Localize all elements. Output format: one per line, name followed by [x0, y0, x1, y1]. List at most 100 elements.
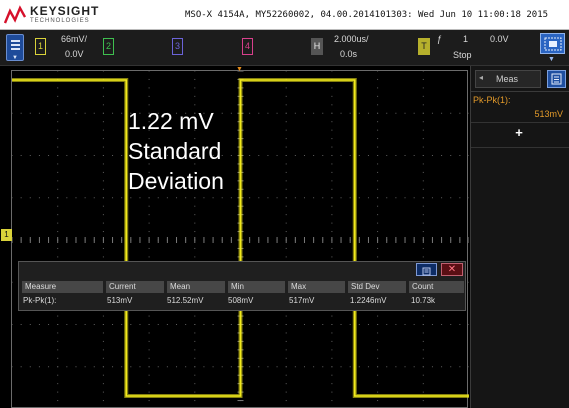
- zoom-button[interactable]: [540, 33, 565, 54]
- grid-dot: [285, 87, 287, 89]
- grid-dot: [377, 188, 379, 190]
- panel-menu-button[interactable]: [416, 263, 437, 276]
- channel-1-scale[interactable]: 66mV/: [61, 34, 87, 44]
- grid-dot: [102, 400, 104, 402]
- grid-dot: [93, 155, 95, 156]
- channel-3-button[interactable]: 3: [172, 38, 183, 55]
- grid-dot: [422, 256, 424, 258]
- grid-dot: [441, 197, 443, 199]
- grid-dot: [148, 374, 150, 376]
- grid-dot: [176, 197, 178, 199]
- grid-dot: [404, 155, 406, 156]
- annotation-line-2: Standard: [128, 138, 222, 164]
- grid-dot: [57, 374, 59, 376]
- channel-1-button[interactable]: 1: [35, 38, 46, 55]
- grid-dot: [230, 155, 232, 156]
- grid-dot: [130, 324, 132, 325]
- grid-dot: [112, 324, 114, 325]
- trigger-position-marker[interactable]: ▼: [236, 66, 243, 73]
- grid-dot: [48, 112, 50, 114]
- grid-dot: [303, 112, 305, 114]
- zoom-icon: [544, 37, 562, 51]
- grid-dot: [377, 349, 379, 351]
- grid-dot: [285, 129, 287, 131]
- horizontal-button[interactable]: H: [311, 38, 323, 55]
- grid-dot: [112, 366, 114, 368]
- grid-dot: [358, 112, 360, 114]
- grid-dot: [194, 366, 196, 368]
- grid-dot: [75, 112, 77, 114]
- grid-dot: [148, 340, 150, 342]
- sidebar-measurement-value[interactable]: 513mV: [534, 109, 563, 119]
- grid-dot: [102, 188, 104, 190]
- grid-dot: [12, 112, 13, 114]
- close-button[interactable]: ✕: [441, 263, 463, 276]
- grid-dot: [102, 71, 104, 72]
- grid-dot: [340, 324, 342, 325]
- grid-dot: [249, 197, 251, 199]
- timebase-value[interactable]: 2.000us/: [334, 34, 369, 44]
- grid-dot: [285, 197, 287, 199]
- grid-dot: [377, 78, 379, 80]
- grid-dot: [212, 197, 214, 199]
- grid-dot: [139, 197, 141, 199]
- channel-1-ground-marker[interactable]: 1: [1, 229, 12, 241]
- channel-1-offset[interactable]: 0.0V: [65, 49, 84, 59]
- grid-dot: [258, 112, 260, 114]
- add-measurement-button[interactable]: +: [512, 126, 526, 140]
- grid-dot: [57, 188, 59, 190]
- grid-dot: [294, 112, 296, 114]
- grid-dot: [331, 205, 333, 207]
- grid-dot: [377, 163, 379, 165]
- grid-dot: [194, 400, 196, 402]
- measurement-results-panel: ✕ Measure Current Mean Min Max Std Dev C…: [18, 261, 466, 311]
- waveform-trace: [12, 79, 469, 397]
- grid-dot: [285, 214, 287, 216]
- waveform-display[interactable]: [11, 70, 469, 408]
- grid-dot: [148, 71, 150, 72]
- channel-2-button[interactable]: 2: [103, 38, 114, 55]
- trigger-source[interactable]: 1: [463, 34, 468, 44]
- grid-dot: [422, 222, 424, 224]
- grid-dot: [29, 155, 31, 156]
- main-menu-button[interactable]: ▼: [6, 34, 24, 61]
- trigger-button[interactable]: T: [418, 38, 430, 55]
- grid-dot: [267, 366, 269, 368]
- horizontal-delay-value[interactable]: 0.0s: [340, 49, 357, 59]
- grid-dot: [148, 95, 150, 97]
- grid-dot: [468, 112, 469, 114]
- grid-dot: [294, 155, 296, 156]
- grid-dot: [422, 188, 424, 190]
- brand-subtitle: TECHNOLOGIES: [30, 18, 90, 24]
- grid-dot: [422, 214, 424, 216]
- grid-dot: [367, 197, 369, 199]
- grid-dot: [285, 163, 287, 165]
- trigger-level[interactable]: 0.0V: [490, 34, 509, 44]
- grid-dot: [459, 155, 461, 156]
- chevron-down-icon[interactable]: ▼: [548, 56, 555, 63]
- sidebar-measurement-name[interactable]: Pk-Pk(1):: [473, 95, 511, 105]
- grid-dot: [285, 400, 287, 402]
- current-value-cell: 513mV: [107, 296, 133, 305]
- sidebar-menu-button[interactable]: [547, 70, 566, 88]
- grid-dot: [413, 112, 415, 114]
- grid-dot: [331, 332, 333, 334]
- rising-edge-icon: ƒ: [437, 34, 443, 44]
- grid-dot: [102, 129, 104, 131]
- grid-dot: [57, 138, 59, 140]
- grid-dot: [194, 87, 196, 89]
- grid-dot: [38, 112, 40, 114]
- meas-tab[interactable]: ◂ Meas: [475, 70, 541, 88]
- grid-dot: [422, 205, 424, 207]
- grid-dot: [340, 197, 342, 199]
- grid-dot: [285, 383, 287, 385]
- grid-dot: [157, 366, 159, 368]
- grid-dot: [12, 197, 13, 199]
- grid-dot: [102, 171, 104, 173]
- channel-4-button[interactable]: 4: [242, 38, 253, 55]
- grid-dot: [258, 197, 260, 199]
- grid-dot: [395, 366, 397, 368]
- grid-dot: [102, 214, 104, 216]
- grid-dot: [422, 121, 424, 123]
- grid-dot: [102, 366, 104, 368]
